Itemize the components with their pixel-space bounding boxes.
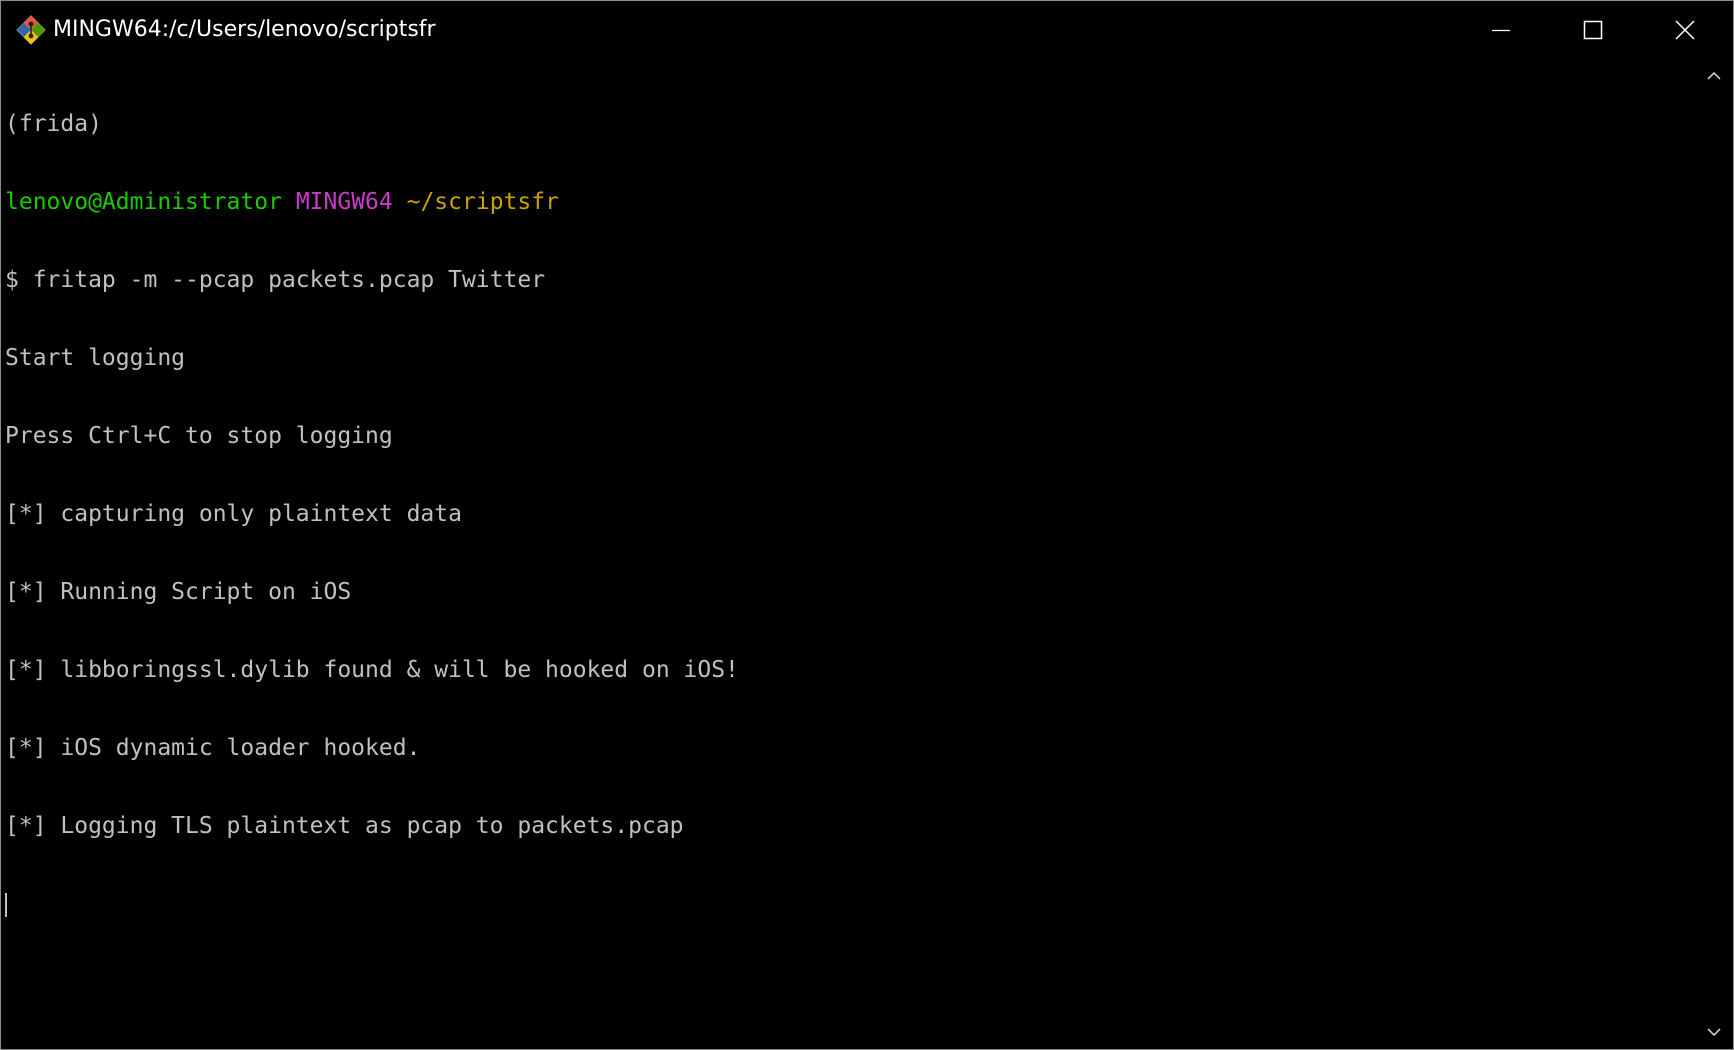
close-button[interactable] <box>1639 1 1731 59</box>
window-title: MINGW64:/c/Users/lenovo/scriptsfr <box>53 17 436 42</box>
output-line: [*] Running Script on iOS <box>5 579 352 605</box>
text-cursor <box>5 893 7 917</box>
env-line: (frida) <box>5 111 102 137</box>
terminal-text: (frida) lenovo@Administrator MINGW64 ~/s… <box>5 59 739 969</box>
terminal-window: MINGW64:/c/Users/lenovo/scriptsfr (frida… <box>0 0 1734 1050</box>
prompt-user-host: lenovo@Administrator <box>5 189 282 215</box>
chevron-up-icon <box>1707 71 1721 80</box>
output-line: [*] libboringssl.dylib found & will be h… <box>5 657 739 683</box>
input-line[interactable] <box>5 891 739 917</box>
prompt-line: lenovo@Administrator MINGW64 ~/scriptsfr <box>5 189 739 215</box>
output-line: Start logging <box>5 345 186 371</box>
prompt-system: MINGW64 <box>295 189 393 215</box>
command-line: $ fritap -m --pcap packets.pcap Twitter <box>5 267 546 293</box>
title-bar[interactable]: MINGW64:/c/Users/lenovo/scriptsfr <box>1 1 1733 59</box>
terminal-output-area[interactable]: (frida) lenovo@Administrator MINGW64 ~/s… <box>1 59 1695 1049</box>
close-icon <box>1675 20 1695 40</box>
output-line: [*] iOS dynamic loader hooked. <box>5 735 421 761</box>
scroll-down-button[interactable] <box>1695 1015 1733 1049</box>
scroll-up-button[interactable] <box>1695 59 1733 93</box>
minimize-button[interactable] <box>1455 1 1547 59</box>
vertical-scrollbar[interactable] <box>1695 59 1733 1049</box>
maximize-button[interactable] <box>1547 1 1639 59</box>
prompt-path: ~/scriptsfr <box>406 189 559 215</box>
maximize-icon <box>1583 20 1603 40</box>
minimize-icon <box>1492 29 1510 32</box>
output-line: [*] Logging TLS plaintext as pcap to pac… <box>5 813 684 839</box>
git-bash-icon[interactable] <box>15 14 47 46</box>
output-line: [*] capturing only plaintext data <box>5 501 462 527</box>
output-line: Press Ctrl+C to stop logging <box>5 423 393 449</box>
chevron-down-icon <box>1707 1028 1721 1037</box>
